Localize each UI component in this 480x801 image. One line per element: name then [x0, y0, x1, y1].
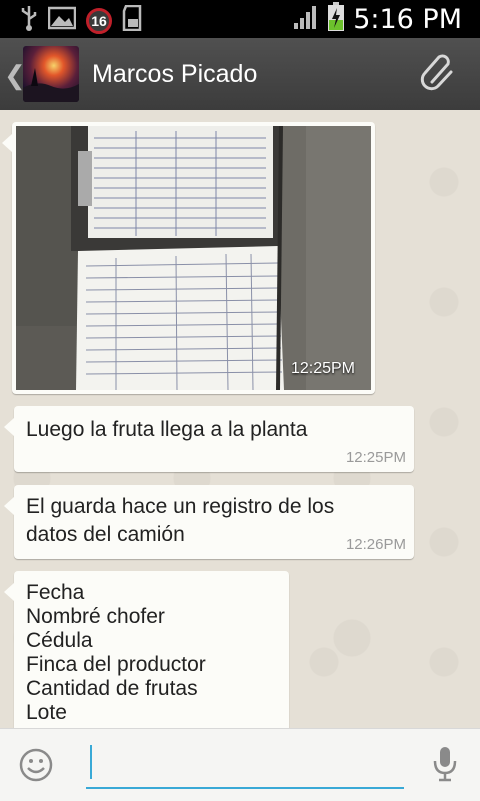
clock: 5:16 PM	[353, 3, 462, 35]
message-text-line: Fecha	[26, 581, 85, 604]
image-icon	[47, 6, 77, 35]
message-text-line: datos del camión	[26, 523, 185, 546]
message-text-line: Cantidad de frutas	[26, 677, 198, 700]
microphone-icon[interactable]	[432, 745, 458, 788]
chat-area[interactable]: 12:25PM Luego la fruta llega a la planta…	[0, 110, 480, 728]
status-icons-right: 5:16 PM	[293, 0, 462, 38]
message-text-line: El guarda hace un registro de los	[26, 495, 335, 518]
text-cursor	[90, 745, 92, 779]
message-photo[interactable]: 12:25PM	[16, 126, 371, 390]
message-input[interactable]	[86, 743, 404, 789]
message-text-line: Lote	[26, 701, 67, 724]
paperclip-icon[interactable]	[418, 52, 460, 99]
status-icons-left: 16	[20, 4, 144, 36]
battery-charging-icon	[327, 1, 345, 37]
message-text: Luego la fruta llega a la planta	[26, 418, 308, 441]
message-text-line: Cédula	[26, 629, 93, 652]
text-message[interactable]: Luego la fruta llega a la planta 12:25PM	[4, 406, 414, 472]
chat-header: ❮ Marcos Picado	[0, 38, 480, 110]
text-message[interactable]: El guarda hace un registro de los datos …	[4, 485, 414, 559]
usb-icon	[20, 5, 38, 36]
message-text-line: Finca del productor	[26, 653, 206, 676]
text-message[interactable]: Fecha Nombré chofer Cédula Finca del pro…	[4, 571, 289, 728]
message-time: 12:25PM	[345, 449, 406, 466]
status-bar: 16 5:16 PM	[0, 0, 480, 38]
signal-icon	[293, 4, 319, 35]
message-time: 12:25PM	[290, 360, 355, 377]
message-text-line: Nombré chofer	[26, 605, 165, 628]
avatar[interactable]	[23, 46, 79, 102]
smiley-icon[interactable]	[18, 747, 54, 788]
message-input-bar	[0, 728, 480, 801]
contact-name[interactable]: Marcos Picado	[92, 60, 257, 89]
notification-count-icon: 16	[86, 7, 112, 34]
sd-card-icon	[122, 4, 144, 36]
image-message[interactable]: 12:25PM	[2, 122, 375, 394]
message-time: 12:26PM	[345, 536, 406, 553]
